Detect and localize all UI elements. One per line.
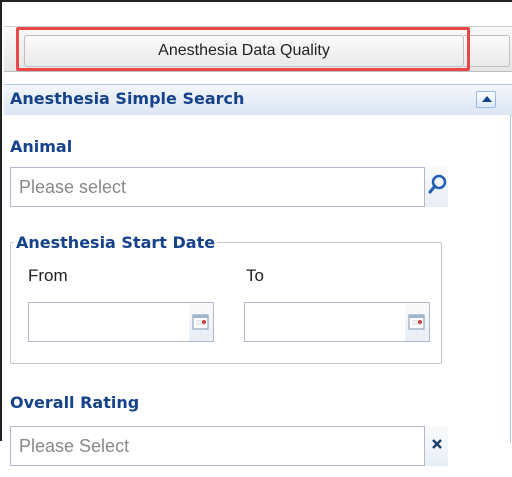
calendar-icon [192,314,209,330]
overall-rating-label: Overall Rating [10,393,140,412]
chevron-up-icon [482,96,492,102]
from-label: From [28,266,68,285]
overall-rating-placeholder: Please Select [19,436,130,456]
to-date-input[interactable] [244,302,430,342]
anesthesia-data-quality-button[interactable]: Anesthesia Data Quality [24,35,464,67]
top-tab-bar: Anesthesia Data Quality [4,26,512,72]
overall-rating-clear-trigger[interactable] [424,426,448,466]
animal-search-trigger[interactable] [424,167,448,207]
window-frame: Anesthesia Data Quality Anesthesia Simpl… [0,0,512,466]
search-icon [428,174,447,194]
start-date-legend: Anesthesia Start Date [14,233,218,252]
collapse-panel-button[interactable] [476,91,496,108]
overall-rating-select[interactable]: Please Select [10,426,448,466]
calendar-icon [408,314,425,330]
close-icon [432,439,442,449]
search-panel-header: Anesthesia Simple Search [4,84,512,116]
animal-placeholder: Please select [19,177,127,197]
animal-label: Animal [10,137,73,156]
search-panel-body: Animal Please select Anesthesia Start Da… [4,115,511,466]
to-date-trigger[interactable] [405,303,429,341]
animal-input[interactable]: Please select [10,167,448,207]
to-label: To [246,266,264,285]
tab-bar-extension [464,35,510,67]
from-date-input[interactable] [28,302,214,342]
from-date-trigger[interactable] [189,303,213,341]
panel-title: Anesthesia Simple Search [10,89,245,108]
